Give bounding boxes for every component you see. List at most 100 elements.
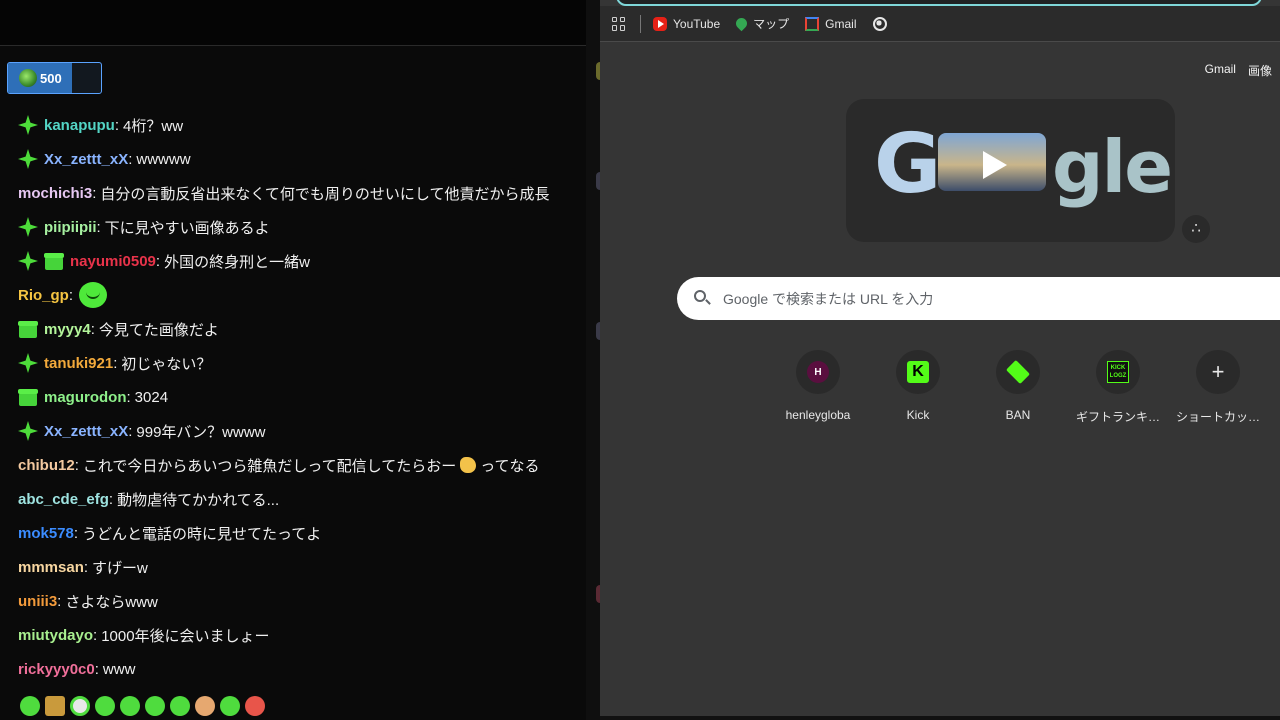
pinned-count: 500 [40, 71, 62, 86]
henley-favicon: H [807, 361, 829, 383]
gift-badge-icon [18, 387, 38, 407]
chat-message: chibu12: これで今日からあいつら雑魚だしって配信してたらおー ってなる [18, 448, 586, 482]
chat-separator: : [128, 150, 133, 168]
emote-face-icon[interactable] [195, 696, 215, 716]
gmail-link[interactable]: Gmail [1205, 62, 1236, 79]
chat-separator: : [68, 286, 74, 304]
shortcut-henleygloba[interactable]: H henleygloba [768, 350, 868, 425]
shortcut-circle: KICK LOGZ [1096, 350, 1140, 394]
share-icon[interactable]: ∴ [1182, 215, 1210, 243]
bookmark-separator [640, 14, 641, 33]
emote-smile-icon[interactable] [145, 696, 165, 716]
bookmark-label: マップ [753, 17, 790, 31]
ban-hammer-favicon [1005, 359, 1031, 385]
chat-separator: : [57, 592, 62, 610]
play-icon[interactable] [983, 151, 1007, 179]
chat-username[interactable]: mochichi3 [18, 185, 92, 202]
pane-divider [586, 0, 600, 720]
apps-grid-icon[interactable] [612, 16, 626, 31]
chat-separator: : [126, 388, 131, 406]
shortcut-label: ギフトランキ… [1075, 410, 1160, 424]
chat-text: 1000年後に会いましょー [101, 627, 270, 645]
chat-separator: : [90, 320, 95, 338]
chat-username[interactable]: rickyyy0c0 [18, 661, 95, 678]
chat-separator: : [108, 490, 114, 508]
google-doodle[interactable]: G gle [846, 99, 1175, 242]
plus-icon: + [1211, 359, 1225, 384]
chat-text: 4桁？ww [123, 117, 184, 135]
add-shortcut-button[interactable]: + ショートカッ… [1168, 350, 1268, 425]
emote-eyes-icon[interactable] [70, 696, 90, 716]
chat-username[interactable]: miutydayo [18, 627, 93, 644]
bookmark-gmail[interactable]: Gmail [805, 16, 857, 31]
emote-phone-icon[interactable] [20, 696, 40, 716]
bookmark-globe[interactable] [872, 16, 893, 31]
shortcut-circle: H [796, 350, 840, 394]
chat-username[interactable]: myyy4 [44, 321, 91, 338]
chat-username[interactable]: uniii3 [18, 593, 57, 610]
sparkle-badge-icon [18, 149, 38, 169]
chat-message: mmmsan: すげーw [18, 550, 586, 584]
images-link[interactable]: 画像 [1248, 62, 1272, 79]
shortcut-gift-ranking[interactable]: KICK LOGZ ギフトランキ… [1068, 350, 1168, 425]
search-icon [694, 290, 706, 302]
pinned-gift-counter[interactable]: 500 [7, 62, 102, 94]
chat-separator: : [93, 626, 98, 644]
browser-bottom-edge [600, 716, 1280, 720]
top-links: Gmail 画像 [1205, 62, 1272, 79]
chat-text: すげーw [92, 559, 148, 577]
emote-frog-icon[interactable] [220, 696, 240, 716]
chat-text: wwwww [136, 150, 191, 168]
chat-message: uniii3: さよならwww [18, 584, 586, 618]
emote-grin-icon[interactable] [170, 696, 190, 716]
maps-icon [733, 15, 750, 32]
chat-username[interactable]: Xx_zettt_xX [44, 423, 128, 440]
chat-message: kanapupu:4桁？ww [18, 108, 586, 142]
smile-blob-emote-icon [79, 282, 108, 308]
emote-blob-icon[interactable] [95, 696, 115, 716]
sparkle-badge-icon [18, 421, 38, 441]
chat-username[interactable]: piipiipii [44, 219, 97, 236]
chat-message: Xx_zettt_xX:999年バン？wwww [18, 414, 586, 448]
chat-username[interactable]: chibu12 [18, 457, 75, 474]
chat-username[interactable]: nayumi0509 [70, 253, 156, 270]
shortcut-label: Kick [906, 408, 930, 422]
chat-separator: : [113, 354, 118, 372]
shortcut-ban[interactable]: BAN [968, 350, 1068, 425]
chat-username[interactable]: mok578 [18, 525, 74, 542]
chat-username[interactable]: tanuki921 [44, 355, 113, 372]
kick-favicon: K [907, 361, 929, 383]
chat-message: nayumi0509: 外国の終身刑と一緒w [18, 244, 586, 278]
chat-username[interactable]: Rio_gp [18, 287, 69, 304]
search-input[interactable] [723, 277, 1280, 320]
chat-text: ってなる [480, 457, 540, 475]
chat-message: tanuki921: 初じゃない？ [18, 346, 586, 380]
bookmark-label: YouTube [673, 16, 721, 31]
chat-separator: : [92, 184, 97, 202]
sparkle-badge-icon [18, 217, 38, 237]
chat-text: 下に見やすい画像あるよ [104, 219, 270, 237]
gift-badge-icon [44, 251, 64, 271]
chat-separator: : [96, 218, 101, 236]
sparkle-badge-icon [18, 353, 38, 373]
emote-heart-icon[interactable] [245, 696, 265, 716]
chat-username[interactable]: abc_cde_efg [18, 491, 109, 508]
chat-text: これで今日からあいつら雑魚だしって配信してたらおー [82, 457, 457, 475]
shortcut-circle: K [896, 350, 940, 394]
shortcut-tiles: H henleygloba K Kick BAN KICK LOGZ ギフトランキ… [768, 350, 1268, 425]
bookmark-maps[interactable]: マップ [733, 15, 790, 32]
chat-username[interactable]: Xx_zettt_xX [44, 151, 128, 168]
chat-username[interactable]: magurodon [44, 389, 127, 406]
chat-separator: : [83, 558, 89, 576]
search-box[interactable] [677, 277, 1280, 320]
shortcut-kick[interactable]: K Kick [868, 350, 968, 425]
bookmark-youtube[interactable]: YouTube [653, 16, 721, 31]
chat-text: 外国の終身刑と一緒w [164, 253, 310, 271]
chat-pane: 500 kanapupu:4桁？ww Xx_zettt_xX: wwwww mochi… [0, 0, 586, 720]
chat-username[interactable]: kanapupu [44, 117, 115, 134]
chat-username[interactable]: mmmsan [18, 559, 84, 576]
chat-separator: : [94, 660, 99, 678]
emote-ghost-icon[interactable] [120, 696, 140, 716]
chat-message: rickyyy0c0: www [18, 652, 586, 686]
emote-box-icon[interactable] [45, 696, 65, 716]
